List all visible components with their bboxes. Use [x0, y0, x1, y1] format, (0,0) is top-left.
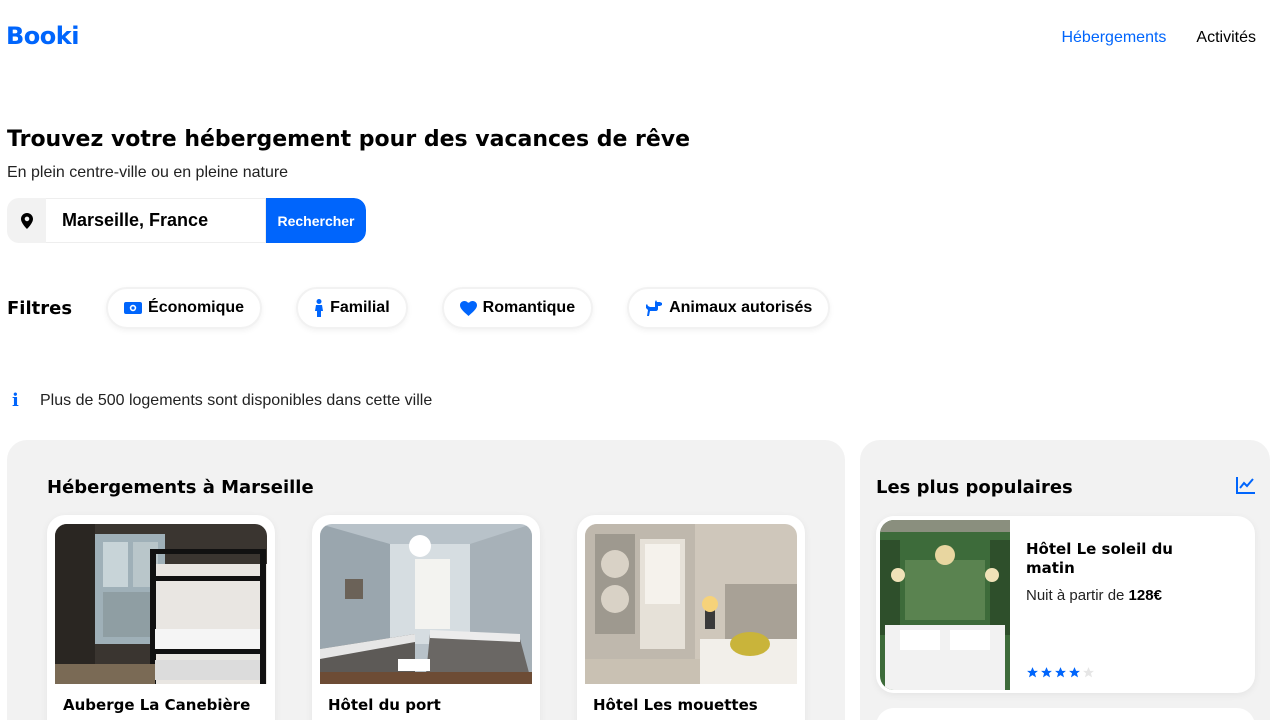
listings-panel: Hébergements à Marseille Auberge La Cane…	[7, 440, 845, 720]
nav-link-hebergements[interactable]: Hébergements	[1061, 29, 1166, 47]
heart-icon	[459, 300, 477, 316]
star-icon	[1069, 667, 1080, 678]
header: Booki Hébergements Activités	[0, 0, 1280, 80]
search-button[interactable]: Rechercher	[266, 198, 366, 243]
filters-bar: Filtres Économique Familial Romantique A…	[7, 287, 864, 329]
trending-up-icon	[1236, 476, 1256, 499]
listings-title: Hébergements à Marseille	[47, 477, 314, 498]
dog-icon	[646, 300, 663, 316]
filter-romantique[interactable]: Romantique	[441, 287, 594, 329]
filter-label: Familial	[330, 299, 390, 316]
listing-image	[585, 524, 797, 684]
page-title: Trouvez votre hébergement pour des vacan…	[7, 127, 691, 152]
info-icon: i	[12, 390, 19, 411]
listing-card[interactable]: Hôtel du port	[312, 515, 540, 720]
money-icon	[124, 302, 143, 314]
filter-familial[interactable]: Familial	[296, 287, 408, 329]
price-value: 128€	[1128, 587, 1162, 604]
main-nav: Hébergements Activités	[1061, 29, 1256, 47]
listing-image	[320, 524, 532, 684]
popular-price: Nuit à partir de 128€	[1026, 587, 1162, 604]
star-icon	[1055, 667, 1066, 678]
star-icon	[1083, 667, 1094, 678]
search-bar: Rechercher	[7, 198, 366, 243]
listing-name: Hôtel Les mouettes	[593, 696, 758, 714]
info-text: Plus de 500 logements sont disponibles d…	[40, 391, 433, 409]
listing-name: Auberge La Canebière	[63, 696, 251, 714]
filter-label: Animaux autorisés	[669, 299, 813, 316]
popular-card-partial[interactable]	[876, 708, 1255, 720]
search-input[interactable]	[46, 198, 266, 243]
star-rating	[1026, 666, 1095, 679]
star-icon	[1041, 667, 1052, 678]
listing-card[interactable]: Auberge La Canebière	[47, 515, 275, 720]
filter-animaux-autorises[interactable]: Animaux autorisés	[627, 287, 831, 329]
filter-label: Romantique	[482, 299, 576, 316]
logo[interactable]: Booki	[6, 22, 79, 50]
page-subtitle: En plein centre-ville ou en pleine natur…	[7, 164, 289, 181]
popular-card[interactable]: Hôtel Le soleil du matin Nuit à partir d…	[876, 516, 1255, 693]
popular-title: Les plus populaires	[876, 477, 1073, 498]
info-banner: i Plus de 500 logements sont disponibles…	[12, 390, 432, 411]
star-icon	[1027, 667, 1038, 678]
popular-panel: Les plus populaires Hôtel Le soleil du m…	[860, 440, 1270, 720]
nav-link-activites[interactable]: Activités	[1196, 29, 1256, 47]
filters-label: Filtres	[7, 297, 73, 319]
popular-image	[880, 520, 1010, 690]
listing-card[interactable]: Hôtel Les mouettes	[577, 515, 805, 720]
popular-name: Hôtel Le soleil du matin	[1026, 540, 1173, 577]
filter-economique[interactable]: Économique	[106, 287, 263, 329]
map-pin-icon	[7, 198, 46, 243]
listing-name: Hôtel du port	[328, 696, 441, 714]
person-icon	[315, 299, 324, 317]
filter-label: Économique	[148, 299, 245, 316]
listing-image	[55, 524, 267, 684]
